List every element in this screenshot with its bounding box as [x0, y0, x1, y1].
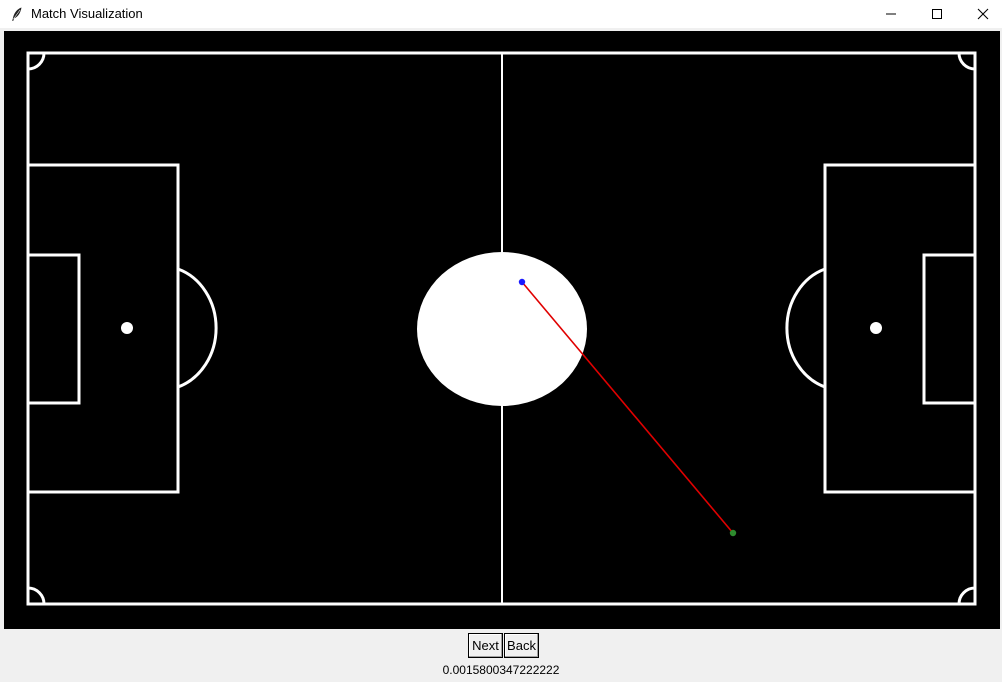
maximize-icon — [932, 9, 942, 19]
left-penalty-arc — [177, 267, 218, 389]
football-pitch — [26, 51, 977, 606]
right-goal-area — [922, 253, 977, 405]
right-penalty-area — [823, 163, 977, 494]
corner-arc-bottom-right — [957, 586, 976, 605]
minimize-icon — [886, 13, 896, 15]
left-penalty-spot — [121, 322, 133, 334]
corner-arc-top-left — [27, 52, 46, 71]
value-readout: 0.0015800347222222 — [442, 663, 560, 677]
maximize-button[interactable] — [914, 0, 960, 28]
right-penalty-arc — [785, 267, 826, 389]
player-marker-end — [729, 529, 737, 537]
minimize-button[interactable] — [868, 0, 914, 28]
corner-arc-bottom-left — [27, 586, 46, 605]
corner-arc-top-right — [957, 52, 976, 71]
app-window: Match Visualization Next Back 0.00158003… — [0, 0, 1002, 682]
close-icon — [977, 8, 989, 20]
feather-icon — [12, 7, 22, 21]
control-bar: Next Back 0.0015800347222222 — [0, 630, 1002, 682]
pass-line — [521, 281, 734, 534]
match-canvas[interactable] — [4, 31, 1000, 629]
left-penalty-area — [26, 163, 180, 494]
player-marker-start — [518, 278, 526, 286]
left-goal-area — [26, 253, 81, 405]
title-bar: Match Visualization — [0, 0, 1002, 28]
right-penalty-spot — [870, 322, 882, 334]
next-button[interactable]: Next — [468, 633, 503, 658]
close-button[interactable] — [960, 0, 1002, 28]
back-button[interactable]: Back — [504, 633, 539, 658]
window-title: Match Visualization — [31, 6, 143, 21]
